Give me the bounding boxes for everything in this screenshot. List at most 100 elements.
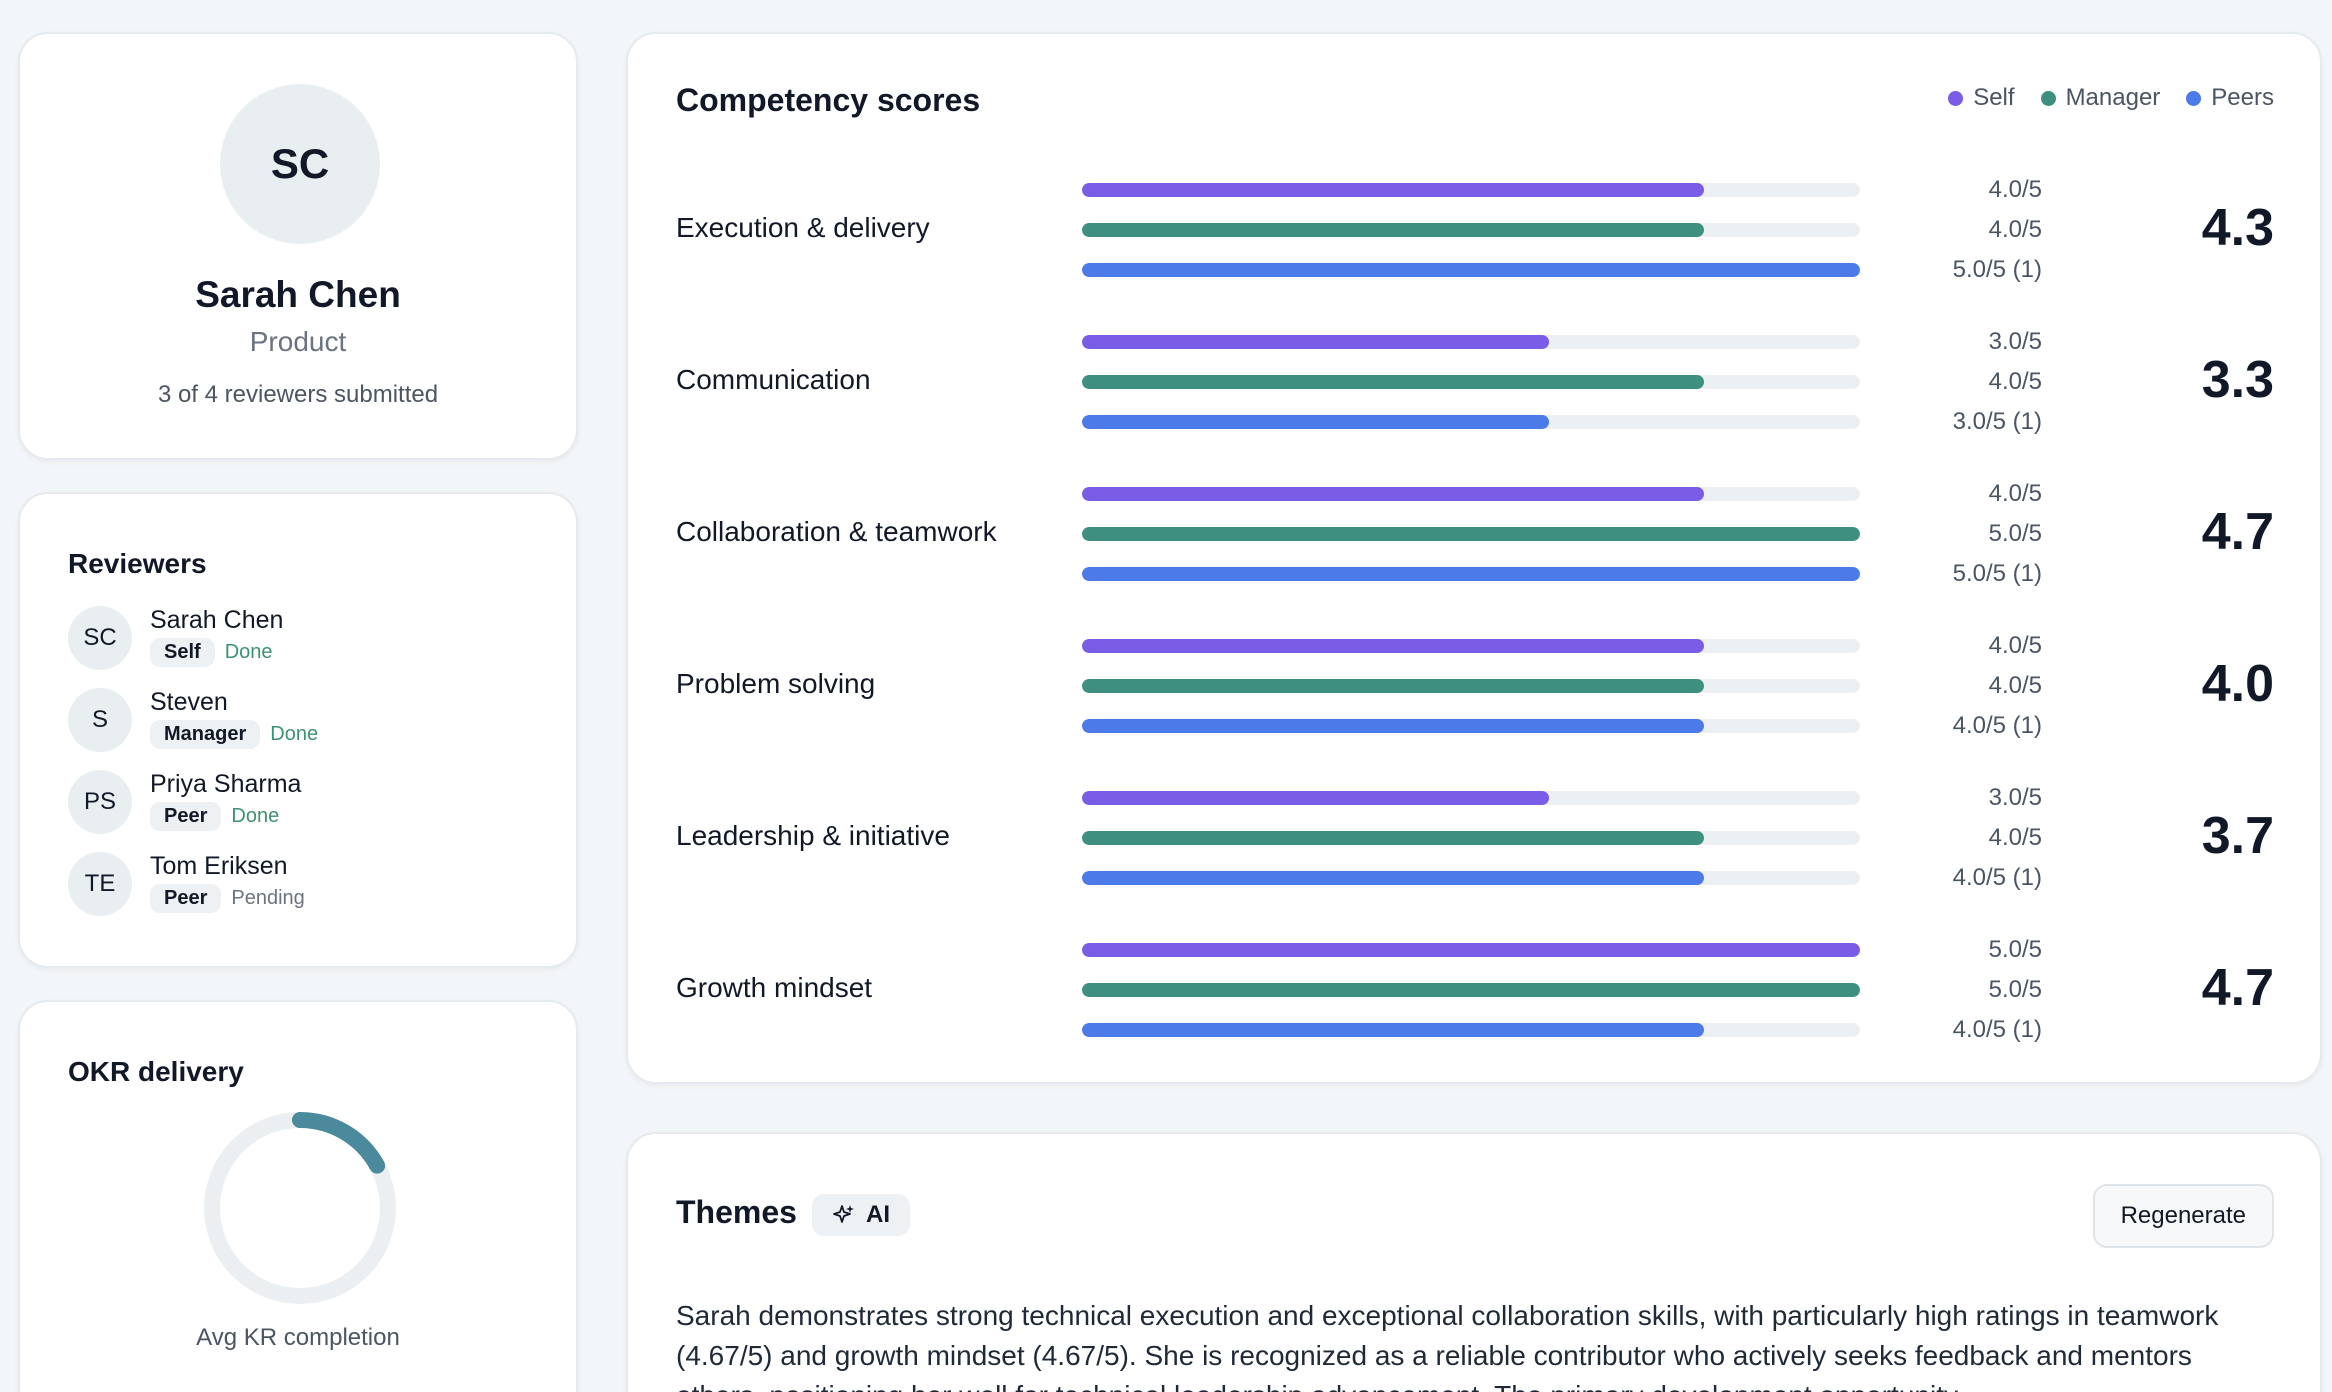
bar-value-label: 5.0/5 xyxy=(1988,936,2042,963)
bar-value-label: 3.0/5 (1) xyxy=(1952,408,2042,435)
competency-average-score: 3.7 xyxy=(2201,807,2274,865)
avatar: S xyxy=(68,688,132,752)
competency-row: Communication 3.0/5 4.0/5 3.0/5 (1) 3.3 xyxy=(628,322,2320,442)
bar-fill xyxy=(1082,415,1549,429)
bar-value-label: 4.0/5 xyxy=(1988,480,2042,507)
profile-name: Sarah Chen xyxy=(195,274,401,315)
competency-legend: Self Manager Peers xyxy=(1948,84,2274,112)
score-bar-self: 4.0/5 xyxy=(1082,474,2042,514)
avatar: TE xyxy=(68,852,132,916)
okr-title: OKR delivery xyxy=(68,1056,244,1087)
bar-fill xyxy=(1082,375,1705,389)
reviewer-role-badge: Peer xyxy=(150,802,222,831)
reviewer-row[interactable]: SC Sarah Chen Self Done xyxy=(68,606,548,688)
legend-item-peers: Peers xyxy=(2186,84,2274,112)
reviewer-row[interactable]: TE Tom Eriksen Peer Pending xyxy=(68,852,548,934)
bar-value-label: 5.0/5 xyxy=(1988,976,2042,1003)
bar-fill xyxy=(1082,831,1705,845)
bar-track xyxy=(1082,871,1860,885)
score-bar-peers: 5.0/5 (1) xyxy=(1082,250,2042,290)
bar-value-label: 4.0/5 (1) xyxy=(1952,1016,2042,1043)
bar-value-label: 4.0/5 xyxy=(1988,368,2042,395)
bar-value-label: 5.0/5 (1) xyxy=(1952,560,2042,587)
competency-average-score: 4.7 xyxy=(2201,959,2274,1017)
bar-fill xyxy=(1082,527,1860,541)
bar-value-label: 4.0/5 xyxy=(1988,216,2042,243)
okr-card: OKR delivery Avg KR completion xyxy=(18,1000,578,1392)
score-bar-peers: 4.0/5 (1) xyxy=(1082,858,2042,898)
reviewer-role-badge: Manager xyxy=(150,720,261,749)
themes-title: Themes xyxy=(676,1194,797,1230)
score-bar-manager: 5.0/5 xyxy=(1082,514,2042,554)
okr-progress-ring xyxy=(204,1112,396,1304)
reviewer-status: Pending xyxy=(231,887,305,909)
competency-row: Execution & delivery 4.0/5 4.0/5 5.0/5 (1) 4… xyxy=(628,170,2320,290)
themes-summary-text: Sarah demonstrates strong technical exec… xyxy=(676,1300,2219,1392)
bar-track xyxy=(1082,791,1860,805)
score-bar-self: 4.0/5 xyxy=(1082,626,2042,666)
bar-fill xyxy=(1082,719,1705,733)
score-bar-peers: 4.0/5 (1) xyxy=(1082,1010,2042,1050)
bar-track xyxy=(1082,183,1860,197)
reviewer-status: Done xyxy=(270,723,319,745)
score-bar-manager: 4.0/5 xyxy=(1082,666,2042,706)
bar-fill xyxy=(1082,791,1549,805)
competency-name: Communication xyxy=(676,364,871,395)
score-bar-self: 3.0/5 xyxy=(1082,778,2042,818)
competency-average-score: 3.3 xyxy=(2201,351,2274,409)
reviewers-title: Reviewers xyxy=(68,548,207,579)
legend-label: Manager xyxy=(2065,84,2161,111)
competency-title: Competency scores xyxy=(676,82,981,118)
reviewer-role-badge: Self xyxy=(150,638,215,667)
score-bar-manager: 4.0/5 xyxy=(1082,818,2042,858)
avatar: SC xyxy=(220,84,380,244)
competency-average-score: 4.7 xyxy=(2201,503,2274,561)
bar-value-label: 3.0/5 xyxy=(1988,784,2042,811)
legend-dot xyxy=(1948,90,1964,106)
bar-value-label: 4.0/5 xyxy=(1988,824,2042,851)
ai-badge: AI xyxy=(812,1194,910,1236)
bar-track xyxy=(1082,831,1860,845)
bar-fill xyxy=(1082,487,1705,501)
reviewer-row[interactable]: S Steven Manager Done xyxy=(68,688,548,770)
bar-track xyxy=(1082,719,1860,733)
bar-value-label: 4.0/5 (1) xyxy=(1952,712,2042,739)
competency-average-score: 4.0 xyxy=(2201,655,2274,713)
competency-scores-card: Competency scores Self Manager Peers Exe… xyxy=(626,32,2322,1084)
reviewer-status: Done xyxy=(224,641,273,663)
legend-item-manager: Manager xyxy=(2040,84,2161,112)
profile-card: SC Sarah Chen Product 3 of 4 reviewers s… xyxy=(18,32,578,460)
bar-value-label: 4.0/5 xyxy=(1988,632,2042,659)
competency-average-score: 4.3 xyxy=(2201,199,2274,257)
bar-track xyxy=(1082,983,1860,997)
competency-row: Growth mindset 5.0/5 5.0/5 4.0/5 (1) 4.7 xyxy=(628,930,2320,1050)
reviewer-status: Done xyxy=(231,805,280,827)
bar-track xyxy=(1082,639,1860,653)
reviewer-role-badge: Peer xyxy=(150,884,222,913)
avatar: SC xyxy=(68,606,132,670)
legend-dot xyxy=(2040,90,2056,106)
score-bar-peers: 4.0/5 (1) xyxy=(1082,706,2042,746)
reviewer-row[interactable]: PS Priya Sharma Peer Done xyxy=(68,770,548,852)
sparkles-icon xyxy=(833,1205,854,1223)
regenerate-button[interactable]: Regenerate xyxy=(2092,1184,2274,1248)
okr-label: Avg KR completion xyxy=(196,1324,400,1351)
bar-value-label: 5.0/5 (1) xyxy=(1952,256,2042,283)
bar-track xyxy=(1082,1023,1860,1037)
bar-track xyxy=(1082,487,1860,501)
bar-track xyxy=(1082,943,1860,957)
bar-track xyxy=(1082,415,1860,429)
competency-name: Collaboration & teamwork xyxy=(676,516,997,547)
score-bar-peers: 3.0/5 (1) xyxy=(1082,402,2042,442)
bar-fill xyxy=(1082,567,1860,581)
score-bar-self: 4.0/5 xyxy=(1082,170,2042,210)
bar-track xyxy=(1082,223,1860,237)
bar-fill xyxy=(1082,223,1705,237)
bar-value-label: 5.0/5 xyxy=(1988,520,2042,547)
legend-label: Peers xyxy=(2211,84,2274,111)
bar-fill xyxy=(1082,1023,1705,1037)
competency-row: Problem solving 4.0/5 4.0/5 4.0/5 (1) 4.0 xyxy=(628,626,2320,746)
bar-value-label: 4.0/5 xyxy=(1988,672,2042,699)
bar-fill xyxy=(1082,679,1705,693)
bar-fill xyxy=(1082,639,1705,653)
